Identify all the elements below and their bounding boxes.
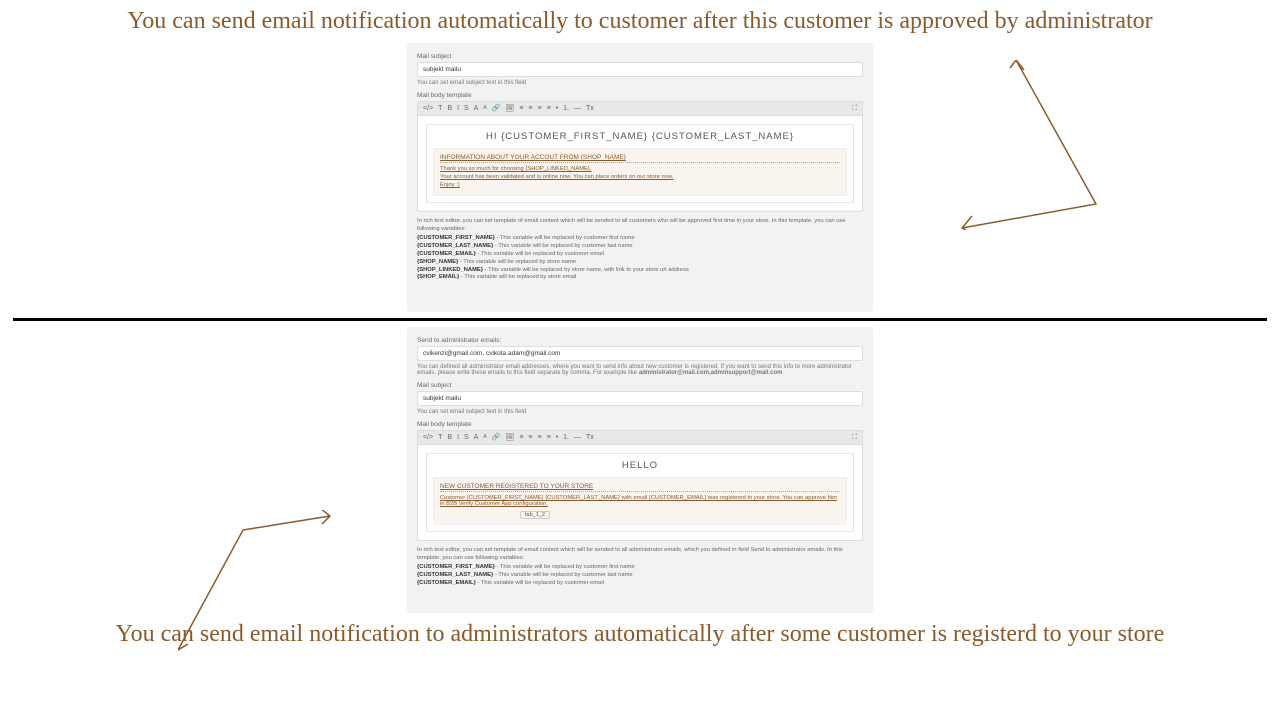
align-right-icon[interactable]: ≡ [538, 434, 542, 441]
fontsize-up-icon[interactable]: A [474, 434, 479, 441]
ol-icon[interactable]: 1. [563, 434, 569, 441]
arrow-bottom [178, 510, 338, 660]
email-preview: HI {CUSTOMER_FIRST_NAME} {CUSTOMER_LAST_… [426, 124, 854, 203]
editor-body[interactable]: HI {CUSTOMER_FIRST_NAME} {CUSTOMER_LAST_… [417, 116, 863, 212]
variables-list: {CUSTOMER_FIRST_NAME} - This variable wi… [417, 235, 863, 282]
strike-icon[interactable]: S [464, 105, 469, 112]
subject-label: Mail subject [417, 382, 863, 389]
ol-icon[interactable]: 1. [563, 105, 569, 112]
code-icon[interactable]: </> [423, 434, 433, 441]
tag-chip: tab_1_2 [520, 511, 550, 519]
banner-line: Enjoy :) [440, 182, 840, 188]
image-icon[interactable]: 🖼 [505, 434, 514, 441]
subject-label: Mail subject [417, 53, 863, 60]
banner-header: NEW CUSTOMER REGISTERED TO YOUR STORE [440, 483, 840, 492]
info-banner: NEW CUSTOMER REGISTERED TO YOUR STORE Cu… [433, 477, 847, 525]
ul-icon[interactable]: • [556, 434, 558, 441]
greeting: HI {CUSTOMER_FIRST_NAME} {CUSTOMER_LAST_… [433, 131, 847, 142]
align-justify-icon[interactable]: ≡ [547, 434, 551, 441]
image-icon[interactable]: 🖼 [505, 105, 514, 112]
align-left-icon[interactable]: ≡ [519, 105, 523, 112]
body-label: Mail body template [417, 92, 863, 99]
italic-icon[interactable]: I [457, 105, 459, 112]
banner-line: Thank you so much for choosing {SHOP_LIN… [440, 166, 840, 172]
fontsize-up-icon[interactable]: A [474, 105, 479, 112]
greeting: HELLO [433, 460, 847, 471]
banner-line: Customer {CUSTOMER_FIRST_NAME} {CUSTOMER… [440, 495, 840, 507]
admin-emails-input[interactable]: cvikenzi@gmail.com, cvikota.adam@gmail.c… [417, 346, 863, 361]
fullscreen-icon[interactable]: ⛶ [852, 105, 857, 112]
italic-icon[interactable]: I [457, 434, 459, 441]
info-banner: INFORMATION ABOUT YOUR ACCOUT FROM {SHOP… [433, 148, 847, 196]
ul-icon[interactable]: • [556, 105, 558, 112]
editor-toolbar: </> T B I S A A 🔗 🖼 ≡ ≡ ≡ ≡ • 1. — Tx ⛶ [417, 101, 863, 116]
link-icon[interactable]: 🔗 [492, 434, 501, 441]
text-icon[interactable]: T [438, 434, 442, 441]
fontsize-down-icon[interactable]: A [483, 106, 486, 111]
top-callout: You can send email notification automati… [0, 0, 1280, 43]
bold-icon[interactable]: B [447, 105, 452, 112]
align-center-icon[interactable]: ≡ [528, 105, 532, 112]
subject-input[interactable]: subjekt mailu [417, 62, 863, 77]
customer-email-panel: Mail subject subjekt mailu You can set e… [407, 43, 873, 312]
banner-line: Your account has been validated and is o… [440, 174, 840, 180]
editor-body[interactable]: HELLO NEW CUSTOMER REGISTERED TO YOUR ST… [417, 445, 863, 541]
fontsize-down-icon[interactable]: A [483, 435, 486, 440]
divider [13, 318, 1267, 321]
email-preview: HELLO NEW CUSTOMER REGISTERED TO YOUR ST… [426, 453, 854, 532]
text-icon[interactable]: T [438, 105, 442, 112]
admin-emails-label: Send to administrator emails: [417, 337, 863, 344]
body-label: Mail body template [417, 421, 863, 428]
clear-icon[interactable]: Tx [586, 434, 594, 441]
fullscreen-icon[interactable]: ⛶ [852, 434, 857, 441]
align-center-icon[interactable]: ≡ [528, 434, 532, 441]
align-right-icon[interactable]: ≡ [538, 105, 542, 112]
hr-icon[interactable]: — [574, 105, 581, 112]
admin-email-panel: Send to administrator emails: cvikenzi@g… [407, 327, 873, 613]
subject-help: You can set email subject text in this f… [417, 409, 863, 415]
template-description: In rich text editor, you can set templat… [417, 547, 863, 562]
align-left-icon[interactable]: ≡ [519, 434, 523, 441]
link-icon[interactable]: 🔗 [492, 105, 501, 112]
variables-list: {CUSTOMER_FIRST_NAME} - This variable wi… [417, 564, 863, 587]
strike-icon[interactable]: S [464, 434, 469, 441]
admin-emails-help: You can defined all administrator email … [417, 364, 863, 376]
subject-input[interactable]: subjekt mailu [417, 391, 863, 406]
template-description: In rich text editor, you can set templat… [417, 218, 863, 233]
hr-icon[interactable]: — [574, 434, 581, 441]
code-icon[interactable]: </> [423, 105, 433, 112]
editor-toolbar: </> T B I S A A 🔗 🖼 ≡ ≡ ≡ ≡ • 1. — Tx ⛶ [417, 430, 863, 445]
clear-icon[interactable]: Tx [586, 105, 594, 112]
banner-header: INFORMATION ABOUT YOUR ACCOUT FROM {SHOP… [440, 154, 840, 163]
bold-icon[interactable]: B [447, 434, 452, 441]
subject-help: You can set email subject text in this f… [417, 80, 863, 86]
arrow-top [942, 60, 1112, 230]
align-justify-icon[interactable]: ≡ [547, 105, 551, 112]
